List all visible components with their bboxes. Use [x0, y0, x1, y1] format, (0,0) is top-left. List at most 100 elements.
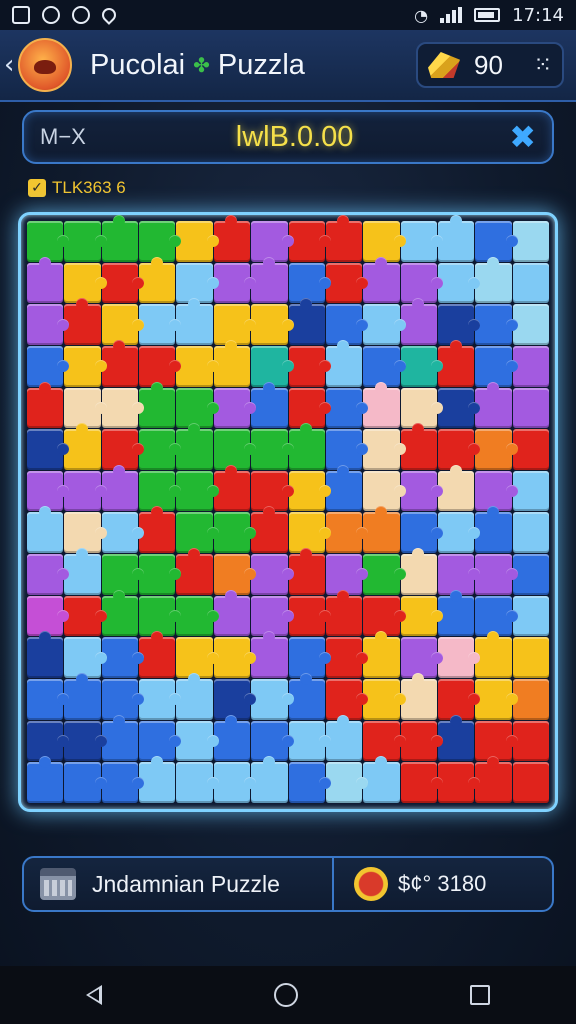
- puzzle-piece[interactable]: [251, 756, 288, 803]
- puzzle-piece[interactable]: [101, 589, 139, 637]
- puzzle-piece[interactable]: [363, 756, 400, 803]
- puzzle-piece[interactable]: [363, 595, 406, 637]
- puzzle-piece[interactable]: [213, 589, 251, 637]
- puzzle-piece[interactable]: [176, 512, 220, 554]
- puzzle-piece[interactable]: [288, 720, 332, 762]
- puzzle-piece[interactable]: [251, 595, 294, 637]
- puzzle-piece[interactable]: [176, 637, 220, 679]
- puzzle-piece[interactable]: [325, 464, 363, 512]
- puzzle-piece[interactable]: [251, 429, 294, 470]
- puzzle-piece[interactable]: [101, 215, 139, 262]
- puzzle-piece[interactable]: [251, 631, 288, 679]
- puzzle-piece[interactable]: [512, 720, 549, 762]
- puzzle-piece[interactable]: [475, 679, 519, 720]
- puzzle-piece[interactable]: [176, 720, 220, 762]
- puzzle-piece[interactable]: [288, 637, 332, 679]
- puzzle-name-button[interactable]: Jndamnian Puzzle: [24, 858, 334, 910]
- puzzle-piece[interactable]: [512, 679, 549, 720]
- puzzle-piece[interactable]: [27, 631, 64, 679]
- puzzle-piece[interactable]: [213, 637, 257, 679]
- puzzle-piece[interactable]: [475, 345, 519, 387]
- puzzle-piece[interactable]: [475, 381, 512, 429]
- puzzle-piece[interactable]: [512, 387, 549, 429]
- puzzle-piece[interactable]: [363, 506, 400, 554]
- puzzle-piece[interactable]: [27, 470, 70, 512]
- puzzle-piece[interactable]: [139, 631, 176, 679]
- puzzle-piece[interactable]: [400, 470, 444, 512]
- puzzle-piece[interactable]: [475, 221, 519, 262]
- puzzle-piece[interactable]: [325, 679, 369, 720]
- puzzle-piece[interactable]: [251, 679, 294, 720]
- puzzle-piece[interactable]: [400, 298, 437, 345]
- puzzle-piece[interactable]: [512, 512, 549, 554]
- puzzle-piece[interactable]: [437, 714, 475, 762]
- puzzle-piece[interactable]: [475, 631, 512, 679]
- puzzle-piece[interactable]: [101, 762, 145, 803]
- puzzle-piece[interactable]: [363, 470, 406, 512]
- nav-back-icon[interactable]: [86, 985, 102, 1005]
- dpad-icon[interactable]: ⁙: [534, 53, 552, 78]
- puzzle-piece[interactable]: [27, 756, 64, 803]
- puzzle-piece[interactable]: [64, 387, 108, 429]
- puzzle-piece[interactable]: [27, 304, 70, 345]
- puzzle-piece[interactable]: [400, 512, 444, 554]
- puzzle-piece[interactable]: [176, 762, 220, 803]
- puzzle-piece[interactable]: [437, 679, 481, 720]
- puzzle-piece[interactable]: [139, 221, 182, 262]
- puzzle-piece[interactable]: [64, 673, 101, 720]
- puzzle-piece[interactable]: [176, 673, 213, 720]
- puzzle-piece[interactable]: [101, 304, 145, 345]
- puzzle-piece[interactable]: [325, 637, 369, 679]
- puzzle-piece[interactable]: [512, 595, 549, 637]
- puzzle-piece[interactable]: [139, 595, 182, 637]
- puzzle-piece[interactable]: [437, 339, 475, 387]
- puzzle-piece[interactable]: [213, 304, 257, 345]
- puzzle-piece[interactable]: [363, 429, 406, 470]
- puzzle-piece[interactable]: [139, 256, 176, 304]
- puzzle-piece[interactable]: [325, 512, 369, 554]
- puzzle-piece[interactable]: [437, 589, 475, 637]
- puzzle-piece[interactable]: [437, 512, 481, 554]
- puzzle-piece[interactable]: [101, 464, 139, 512]
- puzzle-piece[interactable]: [176, 298, 213, 345]
- puzzle-piece[interactable]: [363, 720, 406, 762]
- puzzle-piece[interactable]: [512, 304, 549, 345]
- puzzle-piece[interactable]: [512, 262, 549, 304]
- puzzle-piece[interactable]: [363, 304, 406, 345]
- puzzle-piece[interactable]: [139, 720, 182, 762]
- puzzle-piece[interactable]: [251, 304, 294, 345]
- puzzle-piece[interactable]: [213, 387, 257, 429]
- puzzle-piece[interactable]: [288, 595, 332, 637]
- puzzle-piece[interactable]: [251, 381, 288, 429]
- puzzle-piece[interactable]: [400, 548, 437, 595]
- puzzle-piece[interactable]: [101, 262, 145, 304]
- puzzle-piece[interactable]: [475, 429, 519, 470]
- puzzle-piece[interactable]: [475, 756, 512, 803]
- puzzle-piece[interactable]: [251, 470, 294, 512]
- puzzle-piece[interactable]: [101, 339, 139, 387]
- puzzle-piece[interactable]: [251, 554, 294, 595]
- puzzle-piece[interactable]: [437, 637, 481, 679]
- puzzle-piece[interactable]: [64, 720, 108, 762]
- avatar[interactable]: [18, 38, 72, 92]
- puzzle-piece[interactable]: [251, 256, 288, 304]
- puzzle-piece[interactable]: [27, 221, 70, 262]
- puzzle-piece[interactable]: [213, 714, 251, 762]
- puzzle-piece[interactable]: [437, 429, 481, 470]
- puzzle-piece[interactable]: [213, 762, 257, 803]
- puzzle-piece[interactable]: [176, 423, 213, 470]
- puzzle-piece[interactable]: [213, 429, 257, 470]
- puzzle-piece[interactable]: [475, 595, 519, 637]
- puzzle-piece[interactable]: [400, 423, 437, 470]
- close-icon[interactable]: ✖: [509, 118, 536, 156]
- puzzle-piece[interactable]: [176, 548, 213, 595]
- puzzle-piece[interactable]: [101, 714, 139, 762]
- puzzle-piece[interactable]: [400, 720, 444, 762]
- puzzle-piece[interactable]: [139, 756, 176, 803]
- nav-recent-icon[interactable]: [470, 985, 490, 1005]
- puzzle-piece[interactable]: [27, 720, 70, 762]
- puzzle-piece[interactable]: [437, 304, 481, 345]
- puzzle-piece[interactable]: [325, 554, 369, 595]
- puzzle-piece[interactable]: [437, 387, 481, 429]
- puzzle-piece[interactable]: [139, 554, 182, 595]
